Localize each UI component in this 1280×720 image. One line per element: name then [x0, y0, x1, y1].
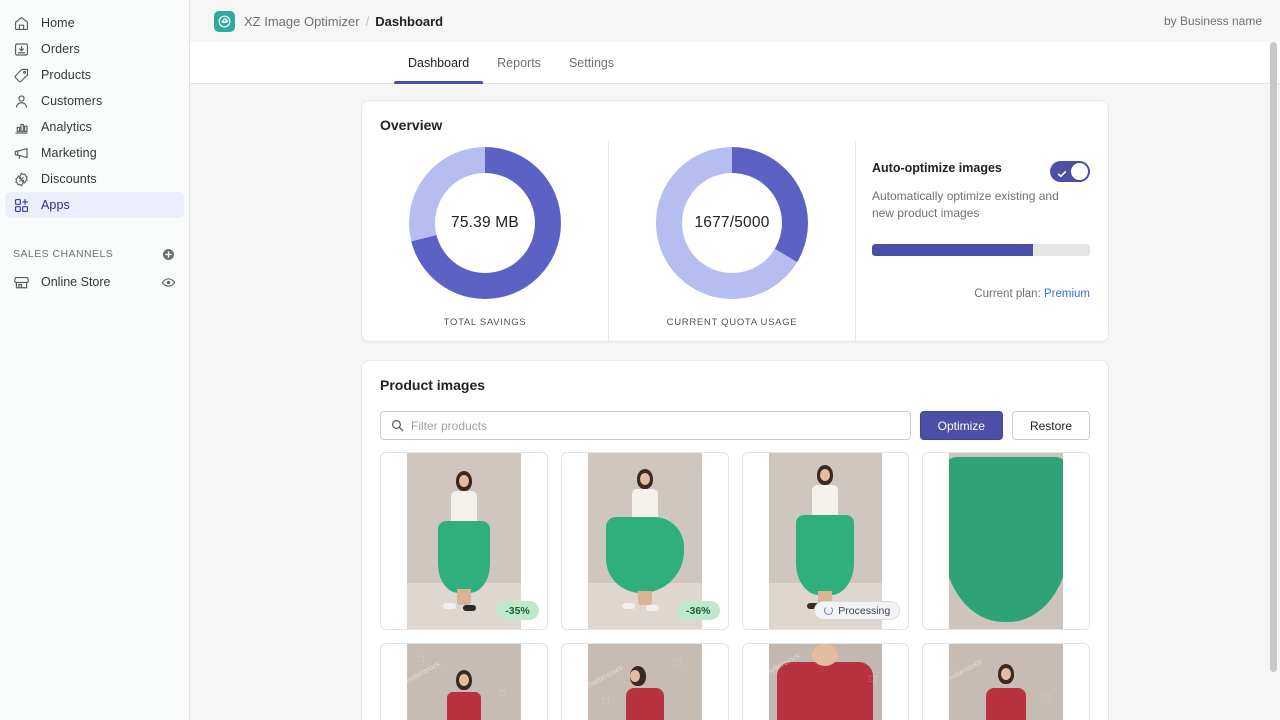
product-image-tile[interactable]: Processing: [742, 452, 910, 630]
analytics-bars-icon: [13, 119, 30, 136]
sidebar-item-label: Apps: [41, 198, 70, 212]
auto-optimize-toggle[interactable]: [1050, 161, 1090, 182]
current-plan-row: Current plan: Premium: [872, 288, 1090, 300]
sidebar-item-products[interactable]: Products: [5, 62, 184, 88]
quota-usage-caption: CURRENT QUOTA USAGE: [667, 317, 798, 328]
restore-button[interactable]: Restore: [1012, 411, 1090, 440]
badge-label: Processing: [838, 605, 890, 617]
plus-circle-icon[interactable]: [161, 247, 176, 262]
current-plan-label: Current plan:: [974, 288, 1040, 300]
sidebar: Home Orders Products Customers Analytics: [0, 0, 190, 720]
plan-usage-progress-fill: [872, 244, 1033, 256]
search-input[interactable]: [411, 413, 910, 438]
spinner-icon: [824, 606, 833, 615]
total-savings-value: 75.39 MB: [451, 214, 519, 232]
badge-label: -36%: [686, 605, 711, 617]
breadcrumb-current-page: Dashboard: [375, 14, 443, 29]
toggle-knob: [1071, 163, 1088, 180]
sidebar-item-discounts[interactable]: Discounts: [5, 166, 184, 192]
sidebar-item-home[interactable]: Home: [5, 10, 184, 36]
auto-optimize-title: Auto-optimize images: [872, 161, 1002, 175]
overview-card: Overview 75.39 MB TOTAL SAVINGS: [361, 100, 1109, 342]
current-plan-link[interactable]: Premium: [1044, 288, 1090, 300]
overview-title: Overview: [362, 101, 1108, 133]
product-image-tile[interactable]: -35%: [380, 452, 548, 630]
product-images-title: Product images: [362, 361, 1108, 393]
tab-settings[interactable]: Settings: [555, 42, 628, 83]
app-root: Home Orders Products Customers Analytics: [0, 0, 1280, 720]
quota-usage-donut-chart: 1677/5000: [656, 147, 808, 299]
tab-label: Settings: [569, 56, 614, 70]
sales-channels-title: SALES CHANNELS: [13, 248, 113, 260]
sidebar-item-label: Discounts: [41, 172, 97, 186]
search-icon: [390, 418, 405, 433]
auto-optimize-panel: Auto-optimize images Automatically optim…: [856, 141, 1108, 341]
product-image-tile[interactable]: shutterstock ⬚: [742, 643, 910, 720]
breadcrumb-separator: /: [366, 14, 370, 29]
processing-badge: Processing: [814, 601, 900, 620]
tab-dashboard[interactable]: Dashboard: [394, 42, 483, 83]
optimize-button[interactable]: Optimize: [920, 411, 1003, 440]
filter-row: Optimize Restore: [380, 411, 1090, 440]
product-image-grid: -35%: [380, 452, 1090, 720]
sidebar-item-customers[interactable]: Customers: [5, 88, 184, 114]
restore-button-label: Restore: [1030, 419, 1072, 433]
sidebar-item-label: Online Store: [41, 275, 150, 289]
tab-label: Dashboard: [408, 56, 469, 70]
storefront-icon: [13, 274, 30, 291]
sidebar-item-apps[interactable]: Apps: [5, 192, 184, 218]
tab-bar: Dashboard Reports Settings: [190, 42, 1280, 84]
sidebar-item-label: Analytics: [41, 120, 92, 134]
sidebar-item-label: Orders: [41, 42, 80, 56]
savings-badge: -35%: [496, 601, 539, 620]
breadcrumb-app-name[interactable]: XZ Image Optimizer: [244, 14, 360, 29]
total-savings-caption: TOTAL SAVINGS: [444, 317, 527, 328]
total-savings-chart-block: 75.39 MB TOTAL SAVINGS: [362, 141, 609, 341]
check-icon: [1057, 166, 1067, 176]
product-images-card: Product images Optimize R: [361, 360, 1109, 720]
customers-icon: [13, 93, 30, 110]
topbar: XZ Image Optimizer / Dashboard by Busine…: [190, 0, 1280, 42]
sidebar-item-marketing[interactable]: Marketing: [5, 140, 184, 166]
home-icon: [13, 15, 30, 32]
app-logo-icon: [214, 11, 235, 32]
product-image-tile[interactable]: shutterstock ⬚: [922, 643, 1090, 720]
search-field-wrapper[interactable]: [380, 411, 911, 440]
savings-badge: -36%: [677, 601, 720, 620]
badge-label: -35%: [505, 605, 530, 617]
product-image-tile[interactable]: -36%: [561, 452, 729, 630]
main-area: XZ Image Optimizer / Dashboard by Busine…: [190, 0, 1280, 720]
breadcrumb: XZ Image Optimizer / Dashboard: [214, 11, 443, 32]
sidebar-item-analytics[interactable]: Analytics: [5, 114, 184, 140]
marketing-megaphone-icon: [13, 145, 30, 162]
apps-grid-icon: [13, 197, 30, 214]
auto-optimize-description: Automatically optimize existing and new …: [872, 188, 1072, 222]
scrollbar-thumb[interactable]: [1270, 42, 1277, 672]
quota-usage-value: 1677/5000: [694, 214, 769, 232]
quota-chart-block: 1677/5000 CURRENT QUOTA USAGE: [609, 141, 856, 341]
sidebar-item-online-store[interactable]: Online Store: [5, 269, 184, 295]
vertical-scrollbar[interactable]: [1270, 42, 1277, 720]
content-scroll-area: Overview 75.39 MB TOTAL SAVINGS: [190, 84, 1280, 720]
product-image-tile[interactable]: [922, 452, 1090, 630]
total-savings-donut-chart: 75.39 MB: [409, 147, 561, 299]
plan-usage-progress-bar: [872, 244, 1090, 256]
sales-channels-section-header: SALES CHANNELS: [0, 243, 189, 265]
products-tag-icon: [13, 67, 30, 84]
optimize-button-label: Optimize: [938, 419, 985, 433]
product-image-tile[interactable]: shutterstock ⬚ ⬚: [561, 643, 729, 720]
sidebar-item-label: Customers: [41, 94, 102, 108]
business-byline: by Business name: [1164, 14, 1262, 28]
sidebar-item-orders[interactable]: Orders: [5, 36, 184, 62]
product-image-tile[interactable]: shutterstock ⬚ ⬚: [380, 643, 548, 720]
tab-label: Reports: [497, 56, 541, 70]
sidebar-item-label: Home: [41, 16, 75, 30]
orders-icon: [13, 41, 30, 58]
tab-reports[interactable]: Reports: [483, 42, 555, 83]
eye-icon[interactable]: [161, 275, 176, 290]
discounts-percent-icon: [13, 171, 30, 188]
sidebar-item-label: Marketing: [41, 146, 97, 160]
sidebar-item-label: Products: [41, 68, 91, 82]
